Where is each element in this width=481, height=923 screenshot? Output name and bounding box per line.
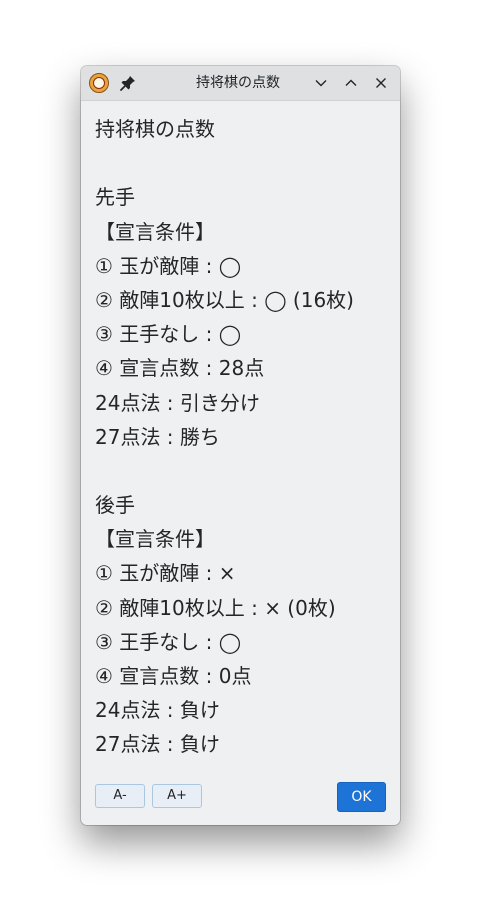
gote-condition-points: ④ 宣言点数 : 0点: [95, 664, 252, 688]
score-text-area: 持将棋の点数 先手 【宣言条件】 ① 玉が敵陣 : ◯ ② 敵陣10枚以上 : …: [95, 112, 395, 762]
gote-heading: 後手: [95, 493, 135, 518]
dialog-heading: 持将棋の点数: [95, 117, 215, 141]
sente-conditions-heading: 【宣言条件】: [95, 219, 215, 244]
minimize-button[interactable]: [311, 73, 331, 93]
sente-condition-pieces: ② 敵陣10枚以上 : ◯ (16枚): [95, 287, 354, 312]
close-button[interactable]: [371, 73, 391, 93]
chevron-down-icon: [315, 80, 327, 87]
app-icon-inner: [93, 77, 105, 89]
sente-heading: 先手: [95, 185, 135, 210]
sente-condition-no-check: ③ 王手なし : ◯: [95, 322, 242, 347]
gote-result-24: 24点法 : 負け: [95, 698, 220, 723]
close-icon: [376, 78, 386, 88]
gote-condition-no-check: ③ 王手なし : ◯: [95, 629, 242, 654]
title-bar[interactable]: 持将棋の点数: [81, 66, 400, 101]
window-title: 持将棋の点数: [196, 75, 280, 91]
chevron-up-icon: [345, 79, 357, 86]
pin-icon[interactable]: [119, 74, 137, 92]
maximize-button[interactable]: [341, 73, 361, 93]
shogi-piece-icon[interactable]: [89, 73, 109, 93]
gote-conditions-heading: 【宣言条件】: [95, 527, 215, 552]
font-smaller-button[interactable]: A-: [95, 784, 145, 808]
sente-result-24: 24点法 : 引き分け: [95, 390, 260, 415]
gote-result-27: 27点法 : 負け: [95, 732, 220, 757]
ok-button[interactable]: OK: [337, 782, 386, 812]
sente-condition-points: ④ 宣言点数 : 28点: [95, 356, 265, 381]
sente-condition-king: ① 玉が敵陣 : ◯: [95, 253, 242, 278]
sente-result-27: 27点法 : 勝ち: [95, 424, 220, 449]
gote-condition-pieces: ② 敵陣10枚以上 : × (0枚): [95, 595, 336, 620]
font-larger-button[interactable]: A+: [152, 784, 202, 808]
gote-condition-king: ① 玉が敵陣 : ×: [95, 561, 236, 586]
score-dialog-window: 持将棋の点数 持将棋の点数 先手 【宣言条件】 ① 玉が敵陣 : ◯ ② 敵陣1…: [81, 66, 400, 825]
